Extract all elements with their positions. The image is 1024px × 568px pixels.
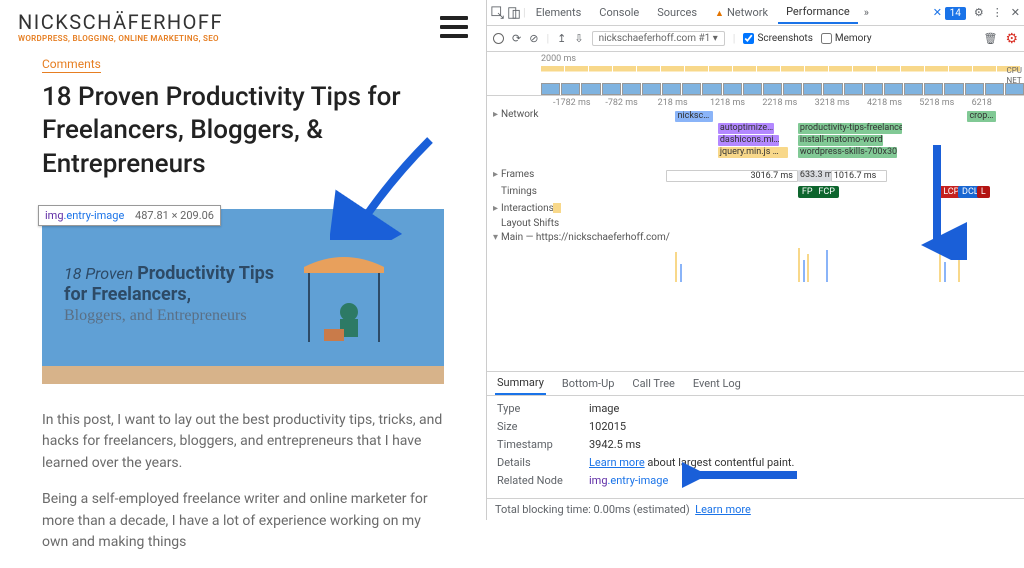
website-preview-pane: NICKSCHÄFERHOFF WORDPRESS, BLOGGING, ONL…	[0, 0, 487, 520]
related-node-link[interactable]: img.entry-image	[589, 474, 668, 487]
hero-line1-bold: Productivity Tips	[137, 263, 274, 284]
summary-timestamp: 3942.5 ms	[589, 438, 641, 451]
hamburger-menu-icon[interactable]	[440, 16, 468, 38]
network-bar[interactable]: nicksc…	[675, 111, 713, 122]
timings-section[interactable]: Timings FPFCPLCPDCLL	[487, 185, 1024, 202]
filmstrip	[487, 83, 1024, 95]
summary-size: 102015	[589, 420, 626, 433]
network-bar[interactable]: crop…	[967, 111, 995, 122]
network-bar[interactable]: jquery.min.js …	[718, 147, 789, 158]
performance-toolbar: ⟳ ⊘ | ↥ ⇩ nickschaeferhoff.com #1 ▾ | Sc…	[487, 26, 1024, 52]
network-bar[interactable]: install-matomo-wordp…	[798, 135, 883, 146]
more-icon[interactable]: ⋮	[992, 6, 1003, 19]
reload-icon[interactable]: ⟳	[512, 32, 521, 45]
tabs-overflow[interactable]: »	[860, 6, 873, 19]
main-thread-section[interactable]: ▾Main — https://nickschaeferhoff.com/	[487, 231, 1024, 245]
overview-ruler: 2000 ms	[487, 52, 1024, 64]
tooltip-element: img	[45, 209, 64, 222]
site-header: NICKSCHÄFERHOFF WORDPRESS, BLOGGING, ONL…	[0, 0, 486, 51]
timeline-overview[interactable]: 2000 ms CPUNET	[487, 52, 1024, 96]
hero-image[interactable]: 18 Proven Productivity Tips for Freelanc…	[42, 209, 444, 384]
paragraph: In this post, I want to lay out the best…	[42, 410, 444, 475]
network-bar[interactable]: wordpress-skills-700x300…	[798, 147, 897, 158]
tab-performance[interactable]: Performance	[778, 1, 858, 24]
site-logo[interactable]: NICKSCHÄFERHOFF WORDPRESS, BLOGGING, ONL…	[18, 10, 223, 43]
devtools-pane: | Elements Console Sources Network Perfo…	[487, 0, 1024, 520]
frames-section[interactable]: ▸Frames 3016.7 ms 633.3 ms 1016.7 ms	[487, 168, 1024, 185]
flame-chart-area[interactable]: -1782 ms-782 ms218 ms1218 ms2218 ms3218 …	[487, 96, 1024, 372]
comments-link[interactable]: Comments	[42, 57, 101, 73]
layout-shifts-section[interactable]: Layout Shifts	[487, 217, 1024, 231]
clear-icon[interactable]: ⊘	[529, 32, 538, 45]
hero-line1-italic: 18 Proven	[64, 264, 133, 283]
record-button[interactable]	[493, 33, 504, 44]
close-icon[interactable]: ✕	[1011, 6, 1020, 19]
tab-elements[interactable]: Elements	[528, 2, 590, 23]
summary-panel: Typeimage Size102015 Timestamp3942.5 ms …	[487, 396, 1024, 498]
tab-event-log[interactable]: Event Log	[691, 373, 743, 394]
summary-type: image	[589, 402, 619, 415]
post-content: Comments 18 Proven Productivity Tips for…	[0, 51, 486, 568]
network-bar[interactable]: productivity-tips-freelancers…	[798, 123, 902, 134]
footer-learn-more-link[interactable]: Learn more	[695, 503, 751, 516]
post-body: In this post, I want to lay out the best…	[42, 410, 444, 554]
hero-illustration	[284, 247, 404, 357]
tab-summary[interactable]: Summary	[495, 372, 546, 395]
hero-text: 18 Proven Productivity Tips for Freelanc…	[64, 263, 274, 325]
logo-tagline: WORDPRESS, BLOGGING, ONLINE MARKETING, S…	[18, 34, 223, 43]
details-tabs: Summary Bottom-Up Call Tree Event Log	[487, 372, 1024, 396]
network-bar[interactable]: dashicons.mi…	[718, 135, 779, 146]
settings-icon[interactable]: ⚙	[974, 6, 984, 19]
post-meta-row: Comments	[42, 57, 444, 73]
element-inspector-tooltip: img.entry-image 487.81 × 209.06	[38, 205, 221, 226]
timing-badge-fcp[interactable]: FCP	[814, 186, 839, 198]
tab-network[interactable]: Network	[707, 2, 776, 23]
timing-badge-l[interactable]: L	[977, 186, 990, 198]
cpu-label: CPU	[1007, 66, 1022, 76]
screenshots-checkbox[interactable]: Screenshots	[743, 33, 812, 44]
interactions-section[interactable]: ▸Interactions	[487, 202, 1024, 217]
tooltip-class: .entry-image	[64, 209, 125, 222]
network-section[interactable]: ▸Network nicksc…autoptimize…dashicons.mi…	[487, 108, 1024, 168]
network-bar[interactable]: autoptimize…	[718, 123, 775, 134]
tab-sources[interactable]: Sources	[649, 2, 705, 23]
devtools-footer: Total blocking time: 0.00ms (estimated) …	[487, 498, 1024, 520]
flame-ruler: -1782 ms-782 ms218 ms1218 ms2218 ms3218 …	[487, 96, 1024, 108]
memory-checkbox[interactable]: Memory	[821, 33, 872, 44]
upload-icon[interactable]: ↥	[557, 32, 566, 45]
recording-selector[interactable]: nickschaeferhoff.com #1 ▾	[592, 31, 725, 46]
tab-call-tree[interactable]: Call Tree	[630, 373, 676, 394]
inspect-icon[interactable]	[491, 6, 505, 20]
download-icon[interactable]: ⇩	[574, 32, 583, 45]
device-icon[interactable]	[507, 6, 521, 20]
capture-settings-icon[interactable]: ⚙	[1005, 31, 1018, 47]
gc-icon[interactable]: 🗑	[983, 32, 997, 45]
hero-line2: for Freelancers,	[64, 284, 191, 305]
devtools-tab-bar: | Elements Console Sources Network Perfo…	[487, 0, 1024, 26]
hero-line3: Bloggers, and Entrepreneurs	[64, 307, 274, 325]
tooltip-dimensions: 487.81 × 209.06	[135, 209, 214, 222]
paragraph: Being a self-employed freelance writer a…	[42, 489, 444, 554]
logo-text: NICKSCHÄFERHOFF	[18, 10, 223, 34]
tab-bottom-up[interactable]: Bottom-Up	[560, 373, 617, 394]
messages-badge[interactable]: ✕ 14	[933, 6, 966, 19]
post-title: 18 Proven Productivity Tips for Freelanc…	[42, 81, 444, 181]
details-learn-more-link[interactable]: Learn more	[589, 456, 645, 469]
tab-console[interactable]: Console	[591, 2, 647, 23]
